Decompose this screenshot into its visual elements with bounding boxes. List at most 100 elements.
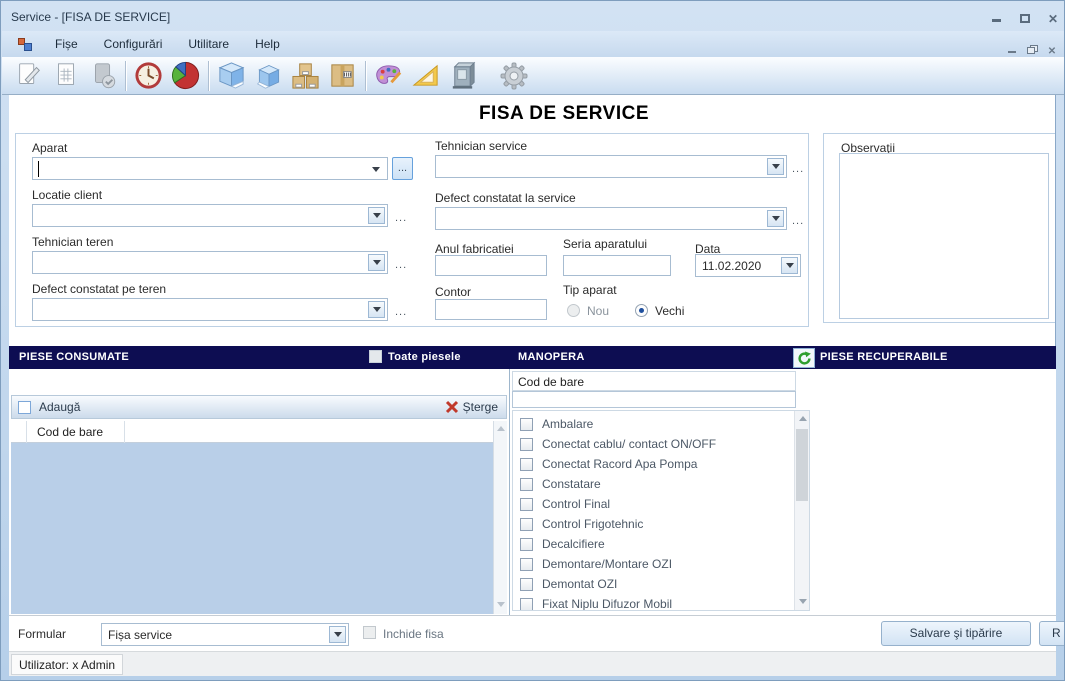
window-title: Service - [FISA DE SERVICE] [11, 10, 170, 24]
item-checkbox[interactable] [520, 578, 533, 591]
manopera-scrollbar[interactable] [794, 411, 809, 610]
toate-piesele-checkbox[interactable] [369, 350, 382, 363]
delete-x-icon [445, 400, 459, 414]
item-checkbox[interactable] [520, 478, 533, 491]
scroll-down-icon[interactable] [497, 602, 505, 607]
manopera-list-item[interactable]: Ambalare [513, 414, 809, 434]
dropdown-button[interactable] [767, 210, 784, 227]
menu-item[interactable]: Configurări [91, 31, 176, 57]
restore-icon[interactable] [1013, 10, 1037, 24]
radio-nou[interactable] [567, 304, 580, 317]
formular-value: Fișa service [108, 628, 172, 642]
aparat-combobox[interactable] [32, 157, 388, 180]
item-checkbox[interactable] [520, 498, 533, 511]
radio-nou-label[interactable]: Nou [587, 304, 609, 318]
seria-aparatului-input[interactable] [563, 255, 671, 276]
close-icon[interactable]: ✕ [1041, 10, 1065, 24]
defect-teren-combobox[interactable] [32, 298, 388, 321]
manopera-list-item[interactable]: Fixat Niplu Difuzor Mobil [513, 594, 809, 611]
scrollbar-thumb[interactable] [796, 429, 808, 501]
contor-input[interactable] [435, 299, 547, 320]
item-checkbox[interactable] [520, 418, 533, 431]
inchide-fisa-checkbox[interactable] [363, 626, 376, 639]
grid-vertical-scrollbar[interactable] [493, 421, 507, 614]
manopera-list-item[interactable]: Conectat Racord Apa Pompa [513, 454, 809, 474]
sterge-button[interactable]: Șterge [445, 400, 506, 414]
manopera-list-item[interactable]: Conectat cablu/ contact ON/OFF [513, 434, 809, 454]
aparat-browse-button[interactable]: ... [392, 157, 413, 180]
radio-vechi[interactable] [635, 304, 648, 317]
grid-body[interactable] [11, 443, 493, 614]
manopera-list-item[interactable]: Control Frigotehnic [513, 514, 809, 534]
grid-column-cod-de-bare[interactable]: Cod de bare [27, 421, 125, 443]
manopera-list-item[interactable]: Control Final [513, 494, 809, 514]
ruler-triangle-icon[interactable] [407, 59, 444, 93]
dropdown-button[interactable] [368, 254, 385, 271]
anul-fabricatiei-input[interactable] [435, 255, 547, 276]
tehnician-service-label: Tehnician service [435, 139, 527, 153]
formular-label: Formular [18, 627, 66, 641]
pie-chart-icon[interactable] [167, 59, 204, 93]
report-table-icon[interactable] [47, 59, 84, 93]
scroll-down-icon[interactable] [799, 599, 807, 604]
item-checkbox[interactable] [520, 558, 533, 571]
item-checkbox[interactable] [520, 438, 533, 451]
formular-combobox[interactable]: Fișa service [101, 623, 349, 646]
adauga-button[interactable]: Adaugă [39, 400, 80, 414]
tehnician-service-browse-button[interactable]: ... [792, 163, 804, 175]
chevron-down-icon[interactable] [372, 167, 380, 172]
dropdown-button[interactable] [767, 158, 784, 175]
blue-box-alt-icon[interactable] [250, 59, 287, 93]
tehnician-teren-combobox[interactable] [32, 251, 388, 274]
document-check-icon[interactable] [84, 59, 121, 93]
manopera-list-item[interactable]: Demontat OZI [513, 574, 809, 594]
dropdown-button[interactable] [781, 257, 798, 274]
gear-icon[interactable] [495, 59, 532, 93]
dropdown-button[interactable] [368, 207, 385, 224]
mdi-minimize-icon[interactable] [1004, 41, 1020, 53]
item-checkbox[interactable] [520, 518, 533, 531]
dropdown-button[interactable] [368, 301, 385, 318]
minimize-icon[interactable] [984, 10, 1008, 24]
manopera-list-item[interactable]: Decalcifiere [513, 534, 809, 554]
document-edit-icon[interactable] [10, 59, 47, 93]
menu-item[interactable]: Utilitare [175, 31, 242, 57]
data-datepicker[interactable]: 11.02.2020 [695, 254, 801, 277]
clock-icon[interactable] [130, 59, 167, 93]
item-checkbox[interactable] [520, 458, 533, 471]
tehnician-service-combobox[interactable] [435, 155, 787, 178]
stacked-boxes-icon[interactable] [287, 59, 324, 93]
radio-vechi-label[interactable]: Vechi [655, 304, 684, 318]
scroll-up-icon[interactable] [799, 416, 807, 421]
menu-item[interactable]: Help [242, 31, 293, 57]
salvare-tiparire-button[interactable]: Salvare şi tipărire [881, 621, 1031, 646]
title-bar[interactable]: Service - [FISA DE SERVICE] ✕ [1, 1, 1065, 31]
defect-service-browse-button[interactable]: ... [792, 215, 804, 227]
seria-aparatului-label: Seria aparatului [563, 237, 647, 251]
tehnician-teren-browse-button[interactable]: ... [395, 259, 407, 271]
machine-icon[interactable] [444, 59, 481, 93]
blue-box-icon[interactable] [213, 59, 250, 93]
defect-service-combobox[interactable] [435, 207, 787, 230]
mdi-restore-icon[interactable] [1024, 41, 1040, 53]
mdi-close-icon[interactable]: ✕ [1044, 41, 1060, 53]
clipped-right-button[interactable]: R [1039, 621, 1065, 646]
inchide-fisa-label[interactable]: Inchide fisa [383, 627, 444, 641]
locatie-client-browse-button[interactable]: ... [395, 212, 407, 224]
palette-icon[interactable] [370, 59, 407, 93]
manopera-cod-de-bare-input[interactable] [512, 391, 796, 408]
manopera-list-item[interactable]: Demontare/Montare OZI [513, 554, 809, 574]
dropdown-button[interactable] [329, 626, 346, 643]
observatii-textarea[interactable] [839, 153, 1049, 319]
menu-item[interactable]: Fișe [42, 31, 91, 57]
scroll-up-icon[interactable] [497, 426, 505, 431]
locatie-client-combobox[interactable] [32, 204, 388, 227]
item-checkbox[interactable] [520, 538, 533, 551]
defect-teren-browse-button[interactable]: ... [395, 306, 407, 318]
toate-piesele-label[interactable]: Toate piesele [388, 351, 461, 363]
refresh-button[interactable] [793, 348, 815, 368]
package-icon[interactable] [324, 59, 361, 93]
piese-consumate-title: PIESE CONSUMATE [19, 351, 129, 363]
manopera-list-item[interactable]: Constatare [513, 474, 809, 494]
item-checkbox[interactable] [520, 598, 533, 611]
